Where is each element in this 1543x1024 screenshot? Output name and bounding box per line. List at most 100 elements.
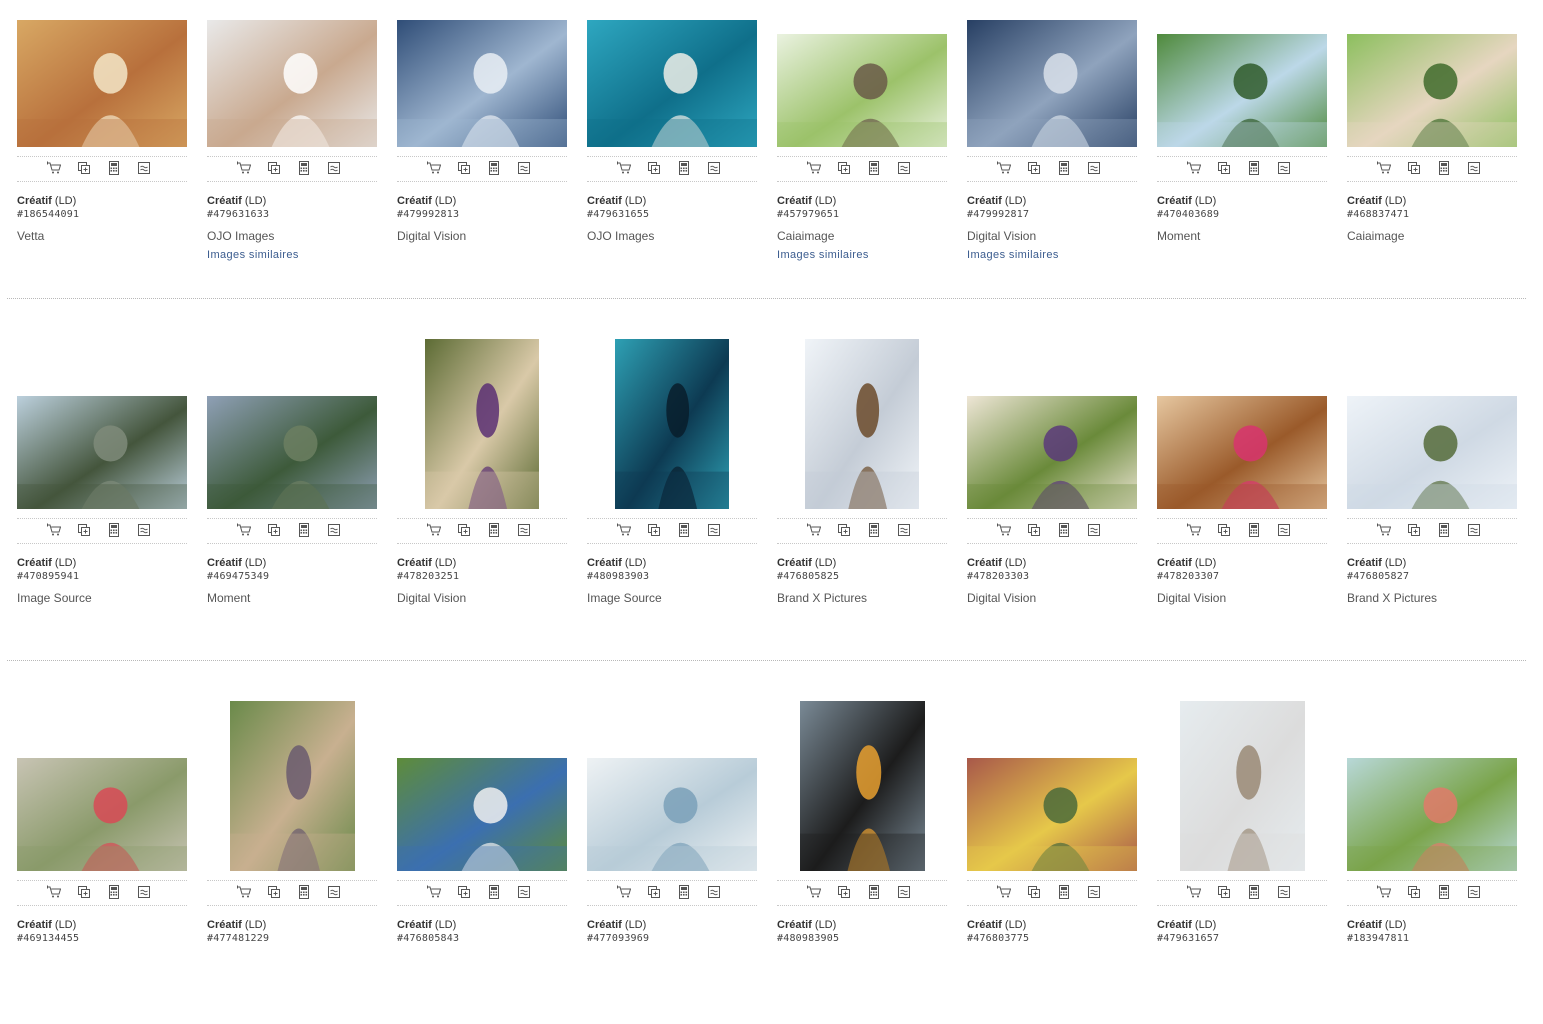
price-calculator-icon[interactable] — [487, 523, 501, 537]
collection-name[interactable]: Digital Vision — [967, 228, 1137, 244]
add-to-lightbox-icon[interactable] — [647, 523, 661, 537]
image-thumbnail[interactable] — [587, 758, 757, 871]
add-to-lightbox-icon[interactable] — [1217, 523, 1231, 537]
image-id[interactable]: #476805825 — [777, 570, 947, 584]
add-to-cart-icon[interactable] — [1187, 161, 1201, 175]
similar-images-icon[interactable] — [327, 523, 341, 537]
price-calculator-icon[interactable] — [1437, 161, 1451, 175]
price-calculator-icon[interactable] — [677, 523, 691, 537]
price-calculator-icon[interactable] — [867, 161, 881, 175]
price-calculator-icon[interactable] — [107, 885, 121, 899]
similar-images-icon[interactable] — [1467, 885, 1481, 899]
image-thumbnail[interactable] — [1347, 758, 1517, 871]
add-to-cart-icon[interactable] — [237, 523, 251, 537]
add-to-cart-icon[interactable] — [427, 523, 441, 537]
collection-name[interactable]: Caiaimage — [1347, 228, 1517, 244]
similar-images-icon[interactable] — [137, 885, 151, 899]
collection-name[interactable]: Image Source — [587, 590, 757, 606]
similar-images-icon[interactable] — [1277, 161, 1291, 175]
similar-images-icon[interactable] — [1087, 161, 1101, 175]
image-id[interactable]: #478203251 — [397, 570, 567, 584]
add-to-cart-icon[interactable] — [1377, 885, 1391, 899]
price-calculator-icon[interactable] — [677, 885, 691, 899]
collection-name[interactable]: Digital Vision — [397, 228, 567, 244]
add-to-cart-icon[interactable] — [237, 161, 251, 175]
collection-name[interactable]: OJO Images — [207, 228, 377, 244]
similar-images-icon[interactable] — [1467, 161, 1481, 175]
image-thumbnail[interactable] — [397, 20, 567, 147]
add-to-lightbox-icon[interactable] — [457, 523, 471, 537]
add-to-lightbox-icon[interactable] — [267, 523, 281, 537]
add-to-lightbox-icon[interactable] — [1217, 161, 1231, 175]
image-thumbnail[interactable] — [967, 20, 1137, 147]
add-to-lightbox-icon[interactable] — [77, 161, 91, 175]
image-thumbnail[interactable] — [230, 701, 355, 871]
similar-images-icon[interactable] — [1277, 523, 1291, 537]
image-id[interactable]: #479992813 — [397, 208, 567, 222]
similar-images-icon[interactable] — [517, 161, 531, 175]
image-id[interactable]: #479631655 — [587, 208, 757, 222]
image-id[interactable]: #470895941 — [17, 570, 187, 584]
similar-images-icon[interactable] — [1467, 523, 1481, 537]
similar-images-icon[interactable] — [707, 885, 721, 899]
image-id[interactable]: #183947811 — [1347, 932, 1517, 946]
image-thumbnail[interactable] — [1157, 34, 1327, 147]
image-id[interactable]: #457979651 — [777, 208, 947, 222]
add-to-lightbox-icon[interactable] — [457, 885, 471, 899]
similar-images-icon[interactable] — [327, 161, 341, 175]
collection-name[interactable]: Brand X Pictures — [1347, 590, 1517, 606]
add-to-cart-icon[interactable] — [807, 161, 821, 175]
collection-name[interactable]: Image Source — [17, 590, 187, 606]
price-calculator-icon[interactable] — [1437, 885, 1451, 899]
price-calculator-icon[interactable] — [677, 161, 691, 175]
add-to-lightbox-icon[interactable] — [1407, 161, 1421, 175]
similar-images-icon[interactable] — [1087, 885, 1101, 899]
add-to-lightbox-icon[interactable] — [1027, 523, 1041, 537]
similar-images-link[interactable]: Images similaires — [777, 248, 947, 262]
add-to-lightbox-icon[interactable] — [837, 523, 851, 537]
price-calculator-icon[interactable] — [867, 523, 881, 537]
price-calculator-icon[interactable] — [487, 885, 501, 899]
image-thumbnail[interactable] — [1347, 34, 1517, 147]
price-calculator-icon[interactable] — [867, 885, 881, 899]
image-thumbnail[interactable] — [207, 20, 377, 147]
similar-images-link[interactable]: Images similaires — [207, 248, 377, 262]
collection-name[interactable]: OJO Images — [587, 228, 757, 244]
add-to-cart-icon[interactable] — [237, 885, 251, 899]
add-to-cart-icon[interactable] — [997, 885, 1011, 899]
price-calculator-icon[interactable] — [1057, 523, 1071, 537]
image-thumbnail[interactable] — [17, 758, 187, 871]
image-id[interactable]: #480983903 — [587, 570, 757, 584]
image-id[interactable]: #470403689 — [1157, 208, 1327, 222]
price-calculator-icon[interactable] — [297, 523, 311, 537]
price-calculator-icon[interactable] — [1247, 885, 1261, 899]
image-thumbnail[interactable] — [967, 758, 1137, 871]
add-to-cart-icon[interactable] — [1377, 161, 1391, 175]
image-thumbnail[interactable] — [397, 758, 567, 871]
image-thumbnail[interactable] — [1157, 396, 1327, 509]
image-thumbnail[interactable] — [425, 339, 539, 509]
similar-images-icon[interactable] — [707, 161, 721, 175]
image-thumbnail[interactable] — [967, 396, 1137, 509]
add-to-cart-icon[interactable] — [427, 885, 441, 899]
collection-name[interactable]: Vetta — [17, 228, 187, 244]
add-to-lightbox-icon[interactable] — [647, 885, 661, 899]
image-id[interactable]: #478203307 — [1157, 570, 1327, 584]
collection-name[interactable]: Brand X Pictures — [777, 590, 947, 606]
similar-images-icon[interactable] — [897, 885, 911, 899]
add-to-lightbox-icon[interactable] — [457, 161, 471, 175]
add-to-lightbox-icon[interactable] — [1027, 885, 1041, 899]
collection-name[interactable]: Caiaimage — [777, 228, 947, 244]
similar-images-icon[interactable] — [1087, 523, 1101, 537]
image-id[interactable]: #469475349 — [207, 570, 377, 584]
add-to-cart-icon[interactable] — [807, 523, 821, 537]
add-to-cart-icon[interactable] — [997, 523, 1011, 537]
image-thumbnail[interactable] — [1180, 701, 1305, 871]
similar-images-icon[interactable] — [517, 885, 531, 899]
image-thumbnail[interactable] — [805, 339, 919, 509]
collection-name[interactable]: Moment — [1157, 228, 1327, 244]
similar-images-link[interactable]: Images similaires — [967, 248, 1137, 262]
price-calculator-icon[interactable] — [107, 161, 121, 175]
image-thumbnail[interactable] — [17, 20, 187, 147]
add-to-lightbox-icon[interactable] — [77, 885, 91, 899]
